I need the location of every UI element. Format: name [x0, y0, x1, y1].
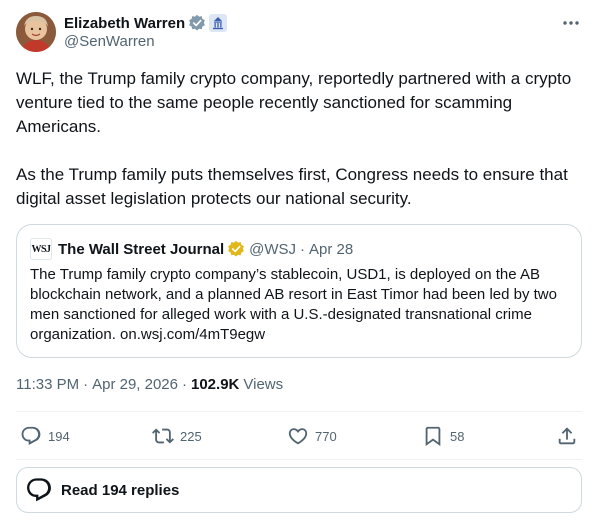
like-count: 770: [315, 428, 337, 444]
divider: [16, 459, 582, 460]
reply-count: 194: [48, 428, 70, 444]
bookmark-count: 58: [450, 428, 465, 444]
views-count: 102.9K: [191, 375, 240, 393]
verified-organization-badge-icon: [228, 240, 245, 257]
quoted-author-name: The Wall Street Journal: [58, 240, 225, 258]
author-handle[interactable]: @SenWarren: [64, 33, 155, 50]
reply-button[interactable]: 194: [20, 424, 70, 448]
quoted-author-handle: @WSJ: [249, 240, 297, 258]
wsj-logo: WSJ: [30, 238, 52, 260]
bookmark-icon: [425, 426, 441, 447]
repost-icon: [152, 428, 174, 444]
views-label: Views: [243, 375, 284, 393]
repost-count: 225: [180, 428, 202, 444]
quoted-tweet[interactable]: WSJ The Wall Street Journal @WSJ · Apr 2…: [16, 224, 582, 358]
like-button[interactable]: 770: [287, 424, 337, 448]
separator: ·: [83, 375, 89, 393]
separator: ·: [182, 375, 187, 393]
verified-badge-icon[interactable]: [188, 14, 206, 32]
quoted-tweet-text: The Trump family crypto company’s stable…: [30, 266, 557, 343]
avatar[interactable]: [16, 12, 56, 52]
display-name[interactable]: Elizabeth Warren: [64, 15, 185, 32]
tweet-paragraph: As the Trump family puts themselves firs…: [16, 165, 568, 208]
reply-bubble-icon: [27, 478, 51, 502]
tweet-date[interactable]: Apr 29, 2026: [92, 376, 178, 393]
more-options-button[interactable]: [560, 12, 582, 34]
heart-icon: [288, 428, 308, 445]
quoted-tweet-date: Apr 28: [309, 240, 354, 258]
separator: ·: [300, 240, 306, 258]
tweet-header: Elizabeth Warren @SenWarren: [16, 12, 582, 56]
tweet-meta: 11:33 PM · Apr 29, 2026 · 102.9K Views: [16, 374, 283, 394]
tweet-text: WLF, the Trump family crypto company, re…: [16, 67, 582, 211]
more-horizontal-icon: [563, 21, 579, 25]
tweet-paragraph: WLF, the Trump family crypto company, re…: [16, 69, 572, 136]
read-replies-label: Read 194 replies: [61, 481, 180, 499]
share-icon: [558, 427, 576, 445]
share-button[interactable]: [556, 424, 578, 448]
repost-button[interactable]: 225: [152, 424, 202, 448]
bookmark-button[interactable]: 58: [422, 424, 464, 448]
tweet-time[interactable]: 11:33 PM: [16, 376, 79, 393]
action-bar: 194 225 770 58: [16, 412, 582, 460]
read-replies-button[interactable]: Read 194 replies: [16, 467, 582, 513]
government-affiliation-icon[interactable]: [209, 14, 228, 32]
avatar-photo-icon: [16, 12, 56, 52]
reply-icon: [21, 426, 41, 445]
